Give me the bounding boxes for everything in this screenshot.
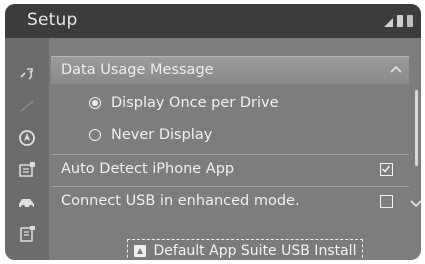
audio-icon[interactable]: [17, 128, 37, 148]
button-label: Default App Suite USB Install: [153, 243, 357, 259]
data-usage-section-header[interactable]: Data Usage Message: [51, 56, 409, 84]
section-label: Data Usage Message: [61, 62, 214, 78]
connect-usb-row[interactable]: Connect USB in enhanced mode.: [51, 186, 409, 217]
scrollbar[interactable]: [415, 90, 418, 166]
auto-detect-iphone-row[interactable]: Auto Detect iPhone App: [51, 154, 409, 185]
signal-icon: [384, 18, 393, 27]
car-icon[interactable]: [17, 192, 37, 212]
phone-settings-icon[interactable]: [17, 64, 37, 84]
page-title: Setup: [27, 10, 78, 30]
radio-unselected-icon: [89, 129, 101, 141]
auto-detect-checkbox[interactable]: [380, 163, 393, 176]
chevron-down-icon[interactable]: [409, 196, 421, 210]
radio-label: Display Once per Drive: [111, 95, 279, 111]
radio-label: Never Display: [111, 127, 213, 143]
radio-never-display[interactable]: Never Display: [89, 122, 212, 148]
checkmark-icon: [381, 165, 391, 173]
chevron-up-icon: [390, 65, 402, 73]
radio-display-once[interactable]: Display Once per Drive: [89, 90, 279, 116]
battery-icon: [407, 15, 413, 27]
default-app-suite-usb-install-button[interactable]: Default App Suite USB Install: [127, 239, 363, 260]
battery-icon: [397, 15, 403, 27]
navigation-icon[interactable]: [17, 96, 37, 116]
status-icons: [384, 13, 413, 27]
sidebar: [5, 38, 49, 260]
setup-screen: Setup Data Usage Message Display Once pe…: [5, 4, 421, 260]
memo-icon[interactable]: [17, 224, 37, 244]
radio-selected-icon: [89, 97, 101, 109]
app-suite-icon: [133, 245, 146, 257]
row-label: Auto Detect iPhone App: [61, 161, 235, 177]
apps-icon[interactable]: [17, 160, 37, 180]
header-bar: Setup: [5, 4, 421, 38]
connect-usb-checkbox[interactable]: [380, 195, 393, 208]
row-label: Connect USB in enhanced mode.: [61, 193, 300, 209]
